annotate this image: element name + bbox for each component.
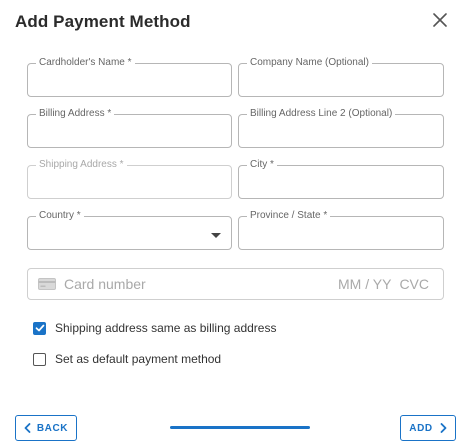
province-state-label: Province / State * (247, 210, 331, 222)
close-button[interactable] (430, 12, 450, 32)
city-field[interactable]: City * (238, 159, 444, 199)
same-as-billing-label: Shipping address same as billing address (55, 321, 277, 335)
shipping-address-label: Shipping Address * (36, 159, 127, 171)
province-state-field[interactable]: Province / State * (238, 210, 444, 250)
checkmark-icon (35, 324, 44, 332)
same-as-billing-checkbox[interactable] (33, 321, 46, 335)
cardholder-name-label: Cardholder's Name * (36, 57, 135, 69)
card-expiry-input[interactable]: MM / YY (338, 276, 391, 292)
country-select[interactable]: Country * (27, 210, 232, 250)
company-name-field[interactable]: Company Name (Optional) (238, 57, 444, 97)
billing-address-line2-field[interactable]: Billing Address Line 2 (Optional) (238, 108, 444, 148)
set-default-option[interactable]: Set as default payment method (33, 352, 221, 366)
cardholder-name-field[interactable]: Cardholder's Name * (27, 57, 232, 97)
set-default-label: Set as default payment method (55, 352, 222, 366)
progress-indicator (170, 426, 310, 429)
same-as-billing-option[interactable]: Shipping address same as billing address (33, 321, 276, 335)
dialog-title: Add Payment Method (15, 12, 191, 31)
card-input[interactable]: Card number MM / YY CVC (27, 268, 444, 300)
chevron-left-icon (24, 423, 31, 433)
billing-address-line2-label: Billing Address Line 2 (Optional) (247, 108, 396, 120)
close-icon (433, 12, 447, 32)
city-label: City * (247, 159, 277, 171)
add-button[interactable]: ADD (400, 415, 456, 441)
back-button[interactable]: BACK (15, 415, 77, 441)
billing-address-field[interactable]: Billing Address * (27, 108, 232, 148)
shipping-address-field[interactable]: Shipping Address * (27, 159, 232, 199)
chevron-right-icon (440, 423, 447, 433)
credit-card-icon (38, 278, 56, 290)
card-number-input[interactable]: Card number (64, 276, 338, 292)
billing-address-label: Billing Address * (36, 108, 115, 120)
card-cvc-input[interactable]: CVC (399, 276, 429, 292)
caret-down-icon (211, 233, 221, 238)
country-label: Country * (36, 210, 84, 222)
add-button-label: ADD (409, 422, 433, 434)
back-button-label: BACK (36, 422, 69, 434)
set-default-checkbox[interactable] (33, 352, 46, 366)
company-name-label: Company Name (Optional) (247, 57, 372, 69)
